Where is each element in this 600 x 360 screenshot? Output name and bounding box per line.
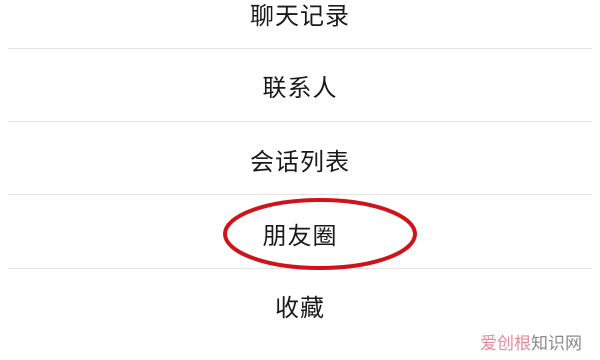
watermark-text: 知识网 bbox=[531, 334, 582, 354]
watermark-brand: 爱创根 bbox=[480, 334, 531, 354]
menu-item-label: 朋友圈 bbox=[262, 221, 338, 250]
menu-item-label: 收藏 bbox=[275, 293, 325, 322]
divider bbox=[8, 121, 592, 122]
divider bbox=[8, 48, 592, 49]
menu-item-contacts[interactable]: 联系人 bbox=[0, 50, 600, 120]
divider bbox=[8, 194, 592, 195]
menu-item-label: 聊天记录 bbox=[250, 1, 350, 30]
menu-item-moments[interactable]: 朋友圈 bbox=[0, 198, 600, 268]
divider bbox=[8, 268, 592, 269]
menu-item-chat-history[interactable]: 聊天记录 bbox=[0, 0, 600, 48]
watermark: 爱创根 知识网 bbox=[480, 329, 582, 354]
menu-item-label: 联系人 bbox=[262, 73, 338, 102]
menu-item-label: 会话列表 bbox=[250, 147, 350, 176]
share-menu-sheet: 聊天记录 联系人 会话列表 朋友圈 收藏 爱创根 知识网 bbox=[0, 0, 600, 360]
menu-item-conversation-list[interactable]: 会话列表 bbox=[0, 124, 600, 194]
